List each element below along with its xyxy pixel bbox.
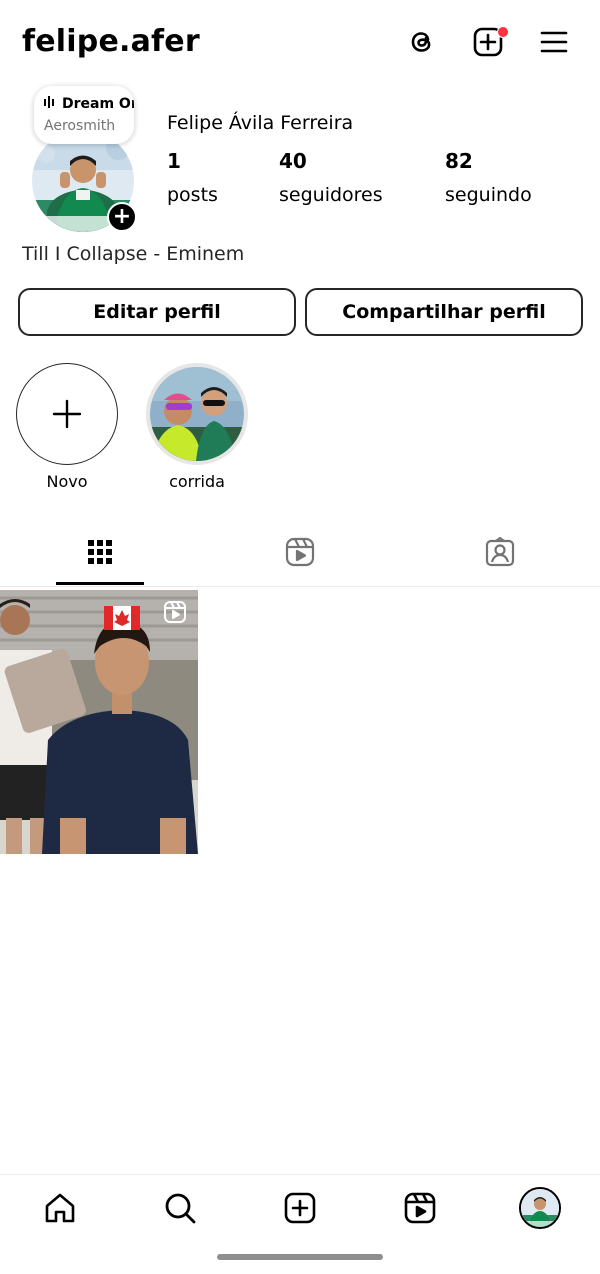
reel-indicator-icon xyxy=(163,600,187,624)
following-label[interactable]: seguindo xyxy=(445,182,532,208)
posts-count[interactable]: 1 xyxy=(167,148,181,174)
profile-username[interactable]: felipe.afer xyxy=(22,22,200,62)
profile-full-name: Felipe Ávila Ferreira xyxy=(167,112,354,134)
profile-note[interactable]: Dream On Aerosmith xyxy=(34,86,134,144)
nav-reels[interactable] xyxy=(400,1188,440,1228)
menu-icon[interactable] xyxy=(536,24,572,60)
share-profile-button[interactable]: Compartilhar perfil xyxy=(305,288,583,336)
followers-label[interactable]: seguidores xyxy=(279,182,383,208)
tab-grid[interactable] xyxy=(80,532,120,572)
nav-search[interactable] xyxy=(160,1188,200,1228)
nav-home[interactable] xyxy=(40,1188,80,1228)
nav-profile-avatar[interactable] xyxy=(519,1187,561,1229)
create-icon xyxy=(284,1192,316,1224)
notification-dot xyxy=(497,26,509,38)
profile-bio: Till I Collapse - Eminem xyxy=(22,243,245,265)
home-indicator[interactable] xyxy=(217,1254,383,1260)
tagged-person-icon xyxy=(485,536,515,567)
followers-count[interactable]: 40 xyxy=(279,148,307,174)
posts-label[interactable]: posts xyxy=(167,182,218,208)
tab-reels[interactable] xyxy=(280,532,320,572)
plus-icon xyxy=(52,399,82,429)
highlight-label[interactable]: corrida xyxy=(146,472,248,491)
grid-post[interactable] xyxy=(0,590,198,854)
search-icon xyxy=(165,1193,196,1224)
tabs-divider xyxy=(0,586,600,587)
edit-profile-button[interactable]: Editar perfil xyxy=(18,288,296,336)
reels-icon xyxy=(285,537,315,567)
grid-icon xyxy=(88,540,112,564)
note-artist: Aerosmith xyxy=(44,118,116,134)
reels-icon xyxy=(404,1192,436,1224)
highlight-cover[interactable] xyxy=(146,363,248,465)
add-story-button[interactable]: + xyxy=(107,202,137,232)
following-count[interactable]: 82 xyxy=(445,148,473,174)
nav-create[interactable] xyxy=(280,1188,320,1228)
bottom-nav-divider xyxy=(0,1174,600,1175)
home-icon xyxy=(45,1193,75,1223)
threads-icon[interactable] xyxy=(404,24,440,60)
highlight-label[interactable]: Novo xyxy=(16,472,118,491)
new-highlight-button[interactable] xyxy=(16,363,118,465)
music-bars-icon xyxy=(44,96,56,112)
note-song-title: Dream On xyxy=(62,96,134,112)
tab-tagged[interactable] xyxy=(480,532,520,572)
active-tab-indicator xyxy=(56,582,144,585)
